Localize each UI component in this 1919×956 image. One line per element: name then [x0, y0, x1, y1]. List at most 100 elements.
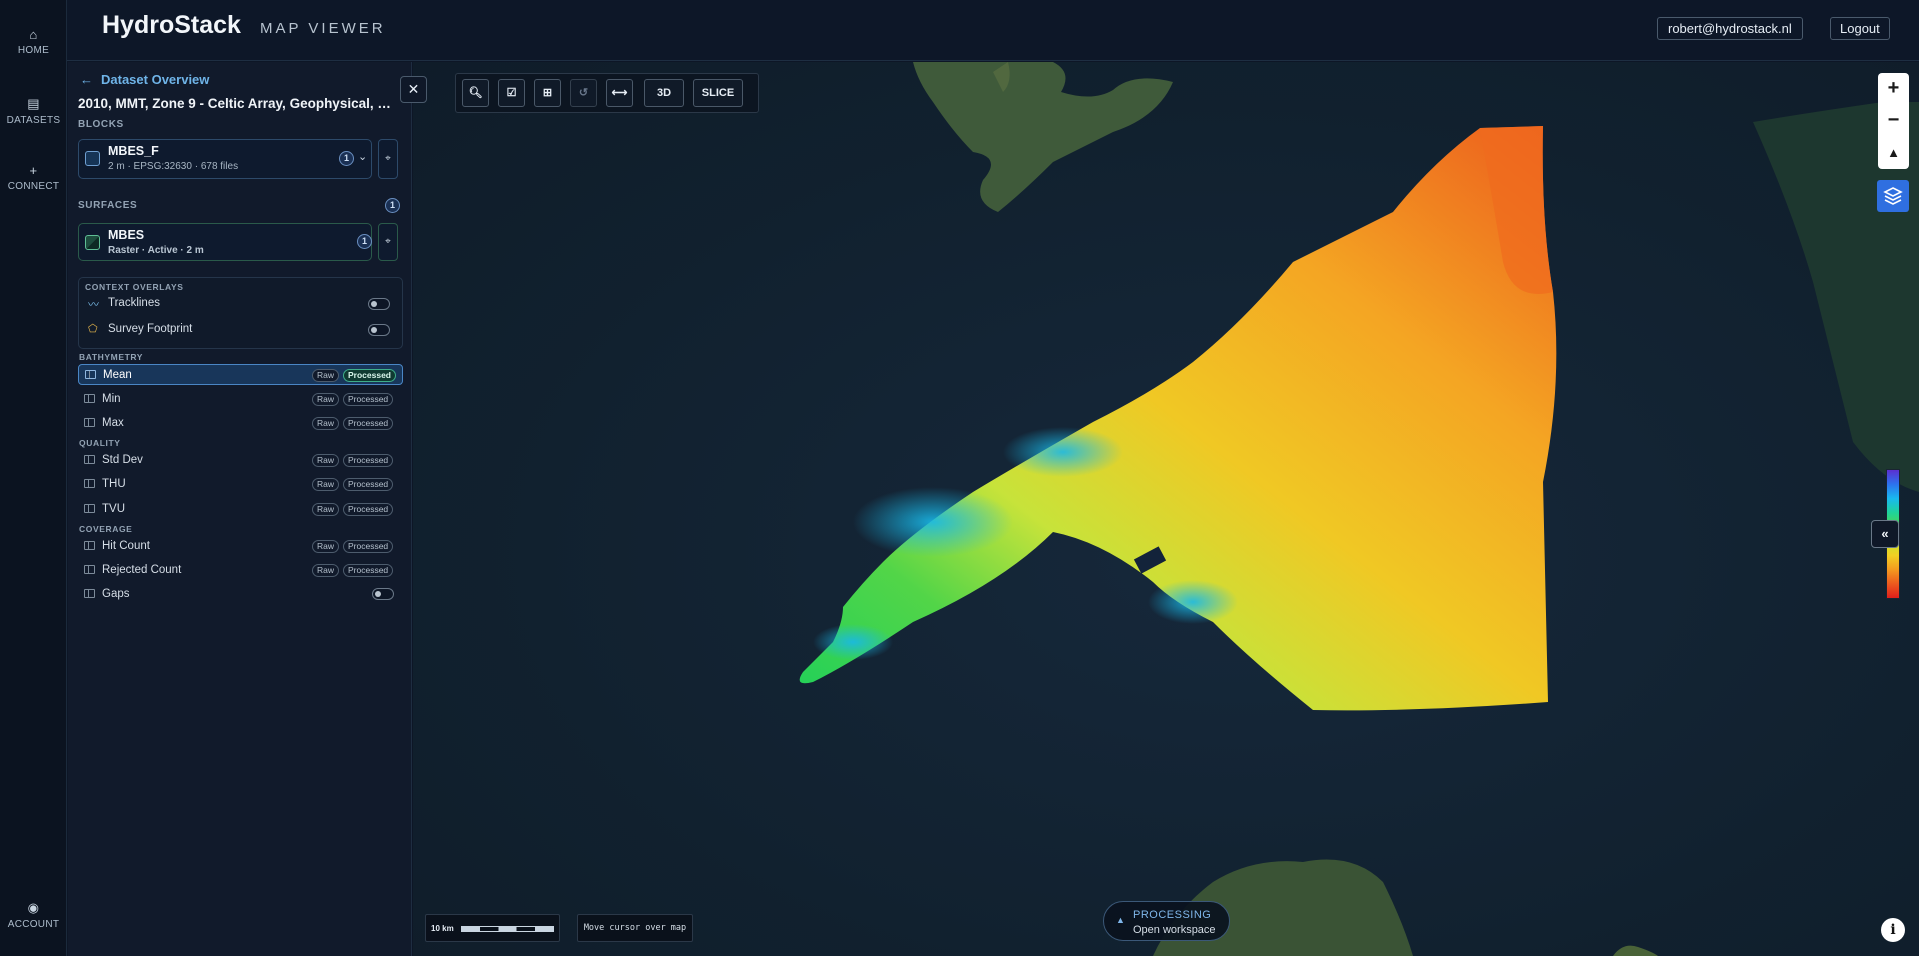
layer-icon: [84, 455, 95, 464]
zoom-controls: + − ▲: [1878, 73, 1909, 169]
raster-icon: [85, 235, 100, 250]
layer-row-thu[interactable]: THU Raw Processed: [78, 474, 403, 495]
rail-item-label: DATASETS: [6, 115, 61, 126]
select-tool-button[interactable]: ☑: [498, 79, 525, 107]
reset-north-button[interactable]: ▲: [1878, 137, 1909, 168]
rotate-icon: ↺: [578, 87, 589, 99]
tracklines-toggle[interactable]: [368, 298, 390, 310]
double-chevron-left-icon: «: [1881, 526, 1889, 541]
surface-count-badge: 1: [357, 234, 372, 249]
raw-pill[interactable]: Raw: [312, 478, 340, 491]
processed-pill[interactable]: Processed: [343, 393, 394, 406]
surface-name: MBES: [108, 228, 145, 242]
surfaces-label: SURFACES: [78, 200, 138, 211]
processed-pill[interactable]: Processed: [343, 454, 394, 467]
collapse-legend-button[interactable]: «: [1871, 520, 1899, 548]
processed-pill[interactable]: Processed: [343, 417, 394, 430]
layer-icon: [84, 394, 95, 403]
raw-pill[interactable]: Raw: [312, 503, 340, 516]
arrow-left-icon: ←: [80, 72, 93, 87]
cursor-readout: Move cursor over map: [577, 914, 693, 942]
back-label: Dataset Overview: [101, 72, 210, 87]
rail-item-datasets[interactable]: ▤ DATASETS: [0, 96, 67, 126]
measure-tool-button[interactable]: ⟷: [606, 79, 633, 107]
grid-globe-icon: [85, 151, 100, 166]
surface-locate-button[interactable]: ⌖: [378, 223, 398, 261]
layer-label: THU: [102, 478, 126, 490]
chevron-down-icon[interactable]: ⌄: [358, 150, 367, 163]
processing-workspace-button[interactable]: ▲ PROCESSING Open workspace: [1103, 901, 1230, 941]
layer-row-rejected-count[interactable]: Rejected Count Raw Processed: [78, 560, 403, 581]
3d-button[interactable]: 3D: [644, 79, 684, 107]
surface-card[interactable]: MBES Raster · Active · 2 m 1: [78, 223, 372, 261]
grid-tool-button[interactable]: ⊞: [534, 79, 561, 107]
info-button[interactable]: i: [1881, 918, 1905, 942]
back-to-dataset-overview[interactable]: ← Dataset Overview: [80, 72, 209, 87]
context-overlays-box: CONTEXT OVERLAYS 〰 Tracklines ⬠ Survey F…: [78, 277, 403, 349]
footprint-icon: ⬠: [88, 323, 98, 335]
processed-pill[interactable]: Processed: [343, 478, 394, 491]
overlay-tracklines[interactable]: 〰 Tracklines: [79, 294, 404, 314]
map-view[interactable]: [413, 62, 1919, 956]
raw-pill[interactable]: Raw: [312, 454, 340, 467]
zoom-out-button[interactable]: −: [1878, 105, 1909, 136]
group-label-coverage: COVERAGE: [79, 524, 133, 534]
block-card[interactable]: MBES_F 2 m · EPSG:32630 · 678 files 1 ⌄: [78, 139, 372, 179]
layer-label: Hit Count: [102, 540, 150, 552]
brand-logo[interactable]: HydroStack: [102, 11, 241, 40]
grid-icon: ⊞: [542, 87, 553, 99]
block-locate-button[interactable]: ⌖: [378, 139, 398, 179]
processed-pill[interactable]: Processed: [343, 369, 396, 382]
layer-row-tvu[interactable]: TVU Raw Processed: [78, 499, 403, 520]
zoom-in-button[interactable]: +: [1878, 73, 1909, 104]
plus-icon: +: [1887, 77, 1900, 99]
layer-row-std-dev[interactable]: Std Dev Raw Processed: [78, 450, 403, 471]
layer-row-max[interactable]: Max Raw Processed: [78, 413, 403, 434]
layer-row-min[interactable]: Min Raw Processed: [78, 389, 403, 410]
rail-item-label: HOME: [17, 45, 50, 56]
block-meta: 2 m · EPSG:32630 · 678 files: [108, 161, 239, 172]
logout-button[interactable]: Logout: [1830, 17, 1890, 40]
layer-icon: [85, 370, 96, 379]
rail-item-connect[interactable]: + CONNECT: [0, 163, 67, 192]
processed-pill[interactable]: Processed: [343, 503, 394, 516]
blue-shallow-area-3: [1148, 580, 1238, 624]
raw-pill[interactable]: Raw: [312, 393, 340, 406]
overlay-label: Tracklines: [108, 297, 160, 309]
layer-row-mean[interactable]: Mean Raw Processed: [78, 364, 403, 385]
layers-button[interactable]: [1877, 180, 1909, 212]
plus-icon: +: [29, 163, 38, 178]
context-overlays-label: CONTEXT OVERLAYS: [85, 282, 184, 292]
crosshair-icon: ⌖: [385, 153, 391, 164]
close-panel-button[interactable]: ✕: [400, 76, 427, 103]
rail-item-home[interactable]: ⌂ HOME: [0, 27, 67, 56]
map-canvas: [799, 62, 1919, 956]
raw-pill[interactable]: Raw: [312, 417, 340, 430]
raw-pill[interactable]: Raw: [312, 540, 340, 553]
rotate-tool-button[interactable]: ↺: [570, 79, 597, 107]
user-email-button[interactable]: robert@hydrostack.nl: [1657, 17, 1803, 40]
layer-row-hit-count[interactable]: Hit Count Raw Processed: [78, 536, 403, 557]
zoom-search-button[interactable]: 🔍︎: [462, 79, 489, 107]
checkbox-icon: ☑: [506, 87, 517, 99]
survey-footprint-toggle[interactable]: [368, 324, 390, 336]
processed-pill[interactable]: Processed: [343, 564, 394, 577]
rail-item-account[interactable]: ◉ ACCOUNT: [0, 900, 67, 930]
gaps-toggle[interactable]: [372, 588, 394, 600]
group-label-quality: QUALITY: [79, 438, 121, 448]
home-icon: ⌂: [29, 27, 38, 42]
group-label-bathymetry: BATHYMETRY: [79, 352, 144, 362]
processed-pill[interactable]: Processed: [343, 540, 394, 553]
land-se-islet: [1613, 945, 1658, 956]
overlay-label: Survey Footprint: [108, 323, 193, 335]
app-root: ⌂ HOME ▤ DATASETS + CONNECT ◉ ACCOUNT Hy…: [0, 0, 1919, 956]
raw-pill[interactable]: Raw: [312, 564, 340, 577]
layer-icon: [84, 418, 95, 427]
layer-row-gaps[interactable]: Gaps: [78, 584, 403, 605]
slice-button[interactable]: SLICE: [693, 79, 743, 107]
layer-label: Rejected Count: [102, 564, 182, 576]
raw-pill[interactable]: Raw: [312, 369, 340, 382]
minus-icon: −: [1887, 109, 1900, 131]
overlay-survey-footprint[interactable]: ⬠ Survey Footprint: [79, 320, 404, 340]
scale-bar: [461, 926, 554, 932]
